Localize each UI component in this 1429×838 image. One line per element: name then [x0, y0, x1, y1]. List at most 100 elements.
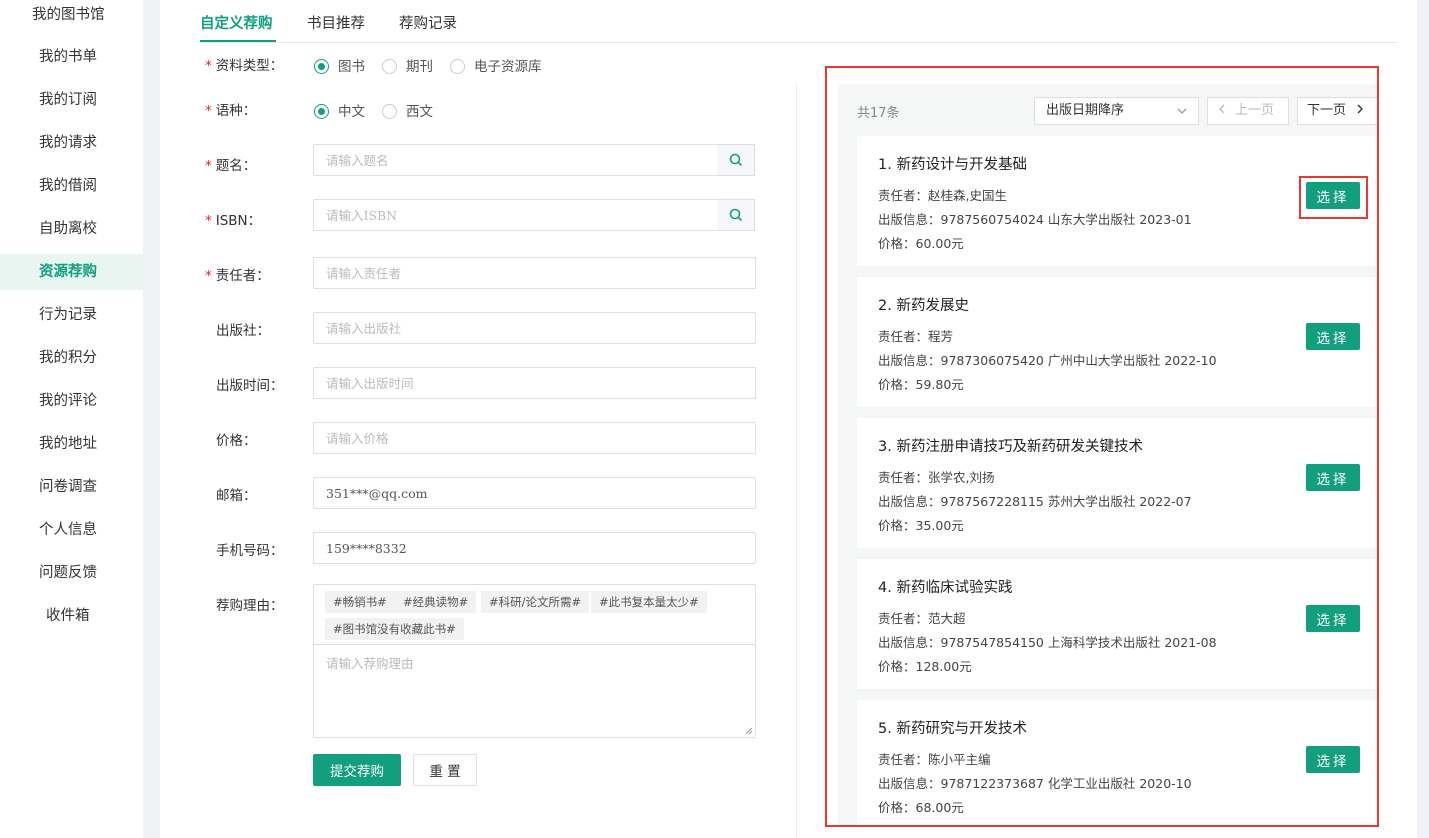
column-divider	[796, 84, 797, 838]
sidebar-item-my-comments[interactable]: 我的评论	[0, 383, 143, 419]
select-button[interactable]: 选择	[1306, 605, 1360, 632]
sidebar-item-self-checkout[interactable]: 自助离校	[0, 211, 143, 247]
price-label: 价格：	[216, 433, 257, 449]
sidebar-item-survey[interactable]: 问卷调查	[0, 469, 143, 505]
price-input[interactable]	[313, 422, 756, 454]
sidebar-item-personal-info[interactable]: 个人信息	[0, 512, 143, 548]
sort-dropdown[interactable]: 出版日期降序	[1034, 97, 1199, 125]
reason-tag[interactable]: #此书复本量太少#	[591, 591, 707, 613]
material-type-label: * 资料类型：	[205, 58, 284, 74]
sidebar-item-my-library[interactable]: 我的图书馆	[0, 0, 143, 33]
reason-box: #畅销书# #经典读物# #科研/论文所需# #此书复本量太少# #图书馆没有收…	[313, 584, 756, 738]
author-input[interactable]	[313, 257, 756, 289]
radio-circle	[314, 104, 329, 119]
book-price: 价格：35.00元	[878, 518, 964, 533]
main-content: 自定义荐购 书目推荐 荐购记录 * 资料类型： 图书 期刊 电子资源库 * 语种： …	[160, 0, 1417, 838]
radio-circle	[382, 59, 397, 74]
pub-date-input[interactable]	[313, 367, 756, 399]
select-button[interactable]: 选择	[1306, 323, 1360, 350]
resize-grip-icon[interactable]	[745, 727, 753, 735]
book-pubinfo: 出版信息：9787306075420 广州中山大学出版社 2022-10	[878, 353, 1217, 368]
title-label: * 题名：	[205, 158, 257, 174]
publisher-input[interactable]	[313, 312, 756, 344]
book-author: 责任者：范大超	[878, 611, 966, 626]
radio-material-journal[interactable]: 期刊	[382, 55, 433, 75]
reason-tag[interactable]: #图书馆没有收藏此书#	[325, 618, 464, 640]
select-button[interactable]: 选择	[1306, 746, 1360, 773]
chevron-left-icon	[1219, 104, 1225, 114]
prev-page-button[interactable]: 上一页	[1207, 97, 1289, 125]
tab-recommend-records[interactable]: 荐购记录	[399, 12, 457, 33]
radio-language-chinese[interactable]: 中文	[314, 100, 365, 120]
select-button[interactable]: 选择	[1306, 464, 1360, 491]
language-label: * 语种：	[205, 103, 257, 119]
book-title: 1. 新药设计与开发基础	[878, 157, 1027, 173]
result-card: 1. 新药设计与开发基础 责任者：赵桂森,史国生 出版信息：9787560754…	[857, 136, 1377, 266]
book-price: 价格：128.00元	[878, 659, 972, 674]
gutter	[143, 0, 160, 838]
chevron-right-icon	[1357, 104, 1364, 114]
tab-custom-recommend[interactable]: 自定义荐购	[200, 12, 273, 33]
chevron-down-icon	[1177, 108, 1187, 114]
book-title: 2. 新药发展史	[878, 298, 969, 314]
sidebar: 我的图书馆 我的书单 我的订阅 我的请求 我的借阅 自助离校 资源荐购 行为记录…	[0, 0, 143, 838]
sidebar-item-resource-recommend[interactable]: 资源荐购	[0, 254, 143, 290]
book-title: 4. 新药临床试验实践	[878, 580, 1013, 596]
publisher-label: 出版社：	[216, 323, 270, 339]
book-price: 价格：60.00元	[878, 236, 964, 251]
sidebar-item-my-requests[interactable]: 我的请求	[0, 125, 143, 161]
search-icon	[729, 153, 742, 167]
submit-button[interactable]: 提交荐购	[313, 754, 401, 786]
highlight-box	[1299, 176, 1368, 219]
phone-input[interactable]	[313, 532, 756, 564]
radio-language-western[interactable]: 西文	[382, 100, 433, 120]
phone-label: 手机号码：	[216, 543, 284, 559]
radio-material-eresource[interactable]: 电子资源库	[450, 55, 542, 75]
sidebar-item-my-address[interactable]: 我的地址	[0, 426, 143, 462]
author-label: * 责任者：	[205, 268, 270, 284]
isbn-search-button[interactable]	[717, 199, 755, 231]
next-page-button[interactable]: 下一页	[1297, 97, 1377, 125]
radio-circle	[314, 59, 329, 74]
reason-tag[interactable]: #畅销书#	[325, 591, 395, 613]
tab-bibliography-recommend[interactable]: 书目推荐	[307, 12, 365, 33]
book-pubinfo: 出版信息：9787122373687 化学工业出版社 2020-10	[878, 776, 1192, 791]
sidebar-item-my-points[interactable]: 我的积分	[0, 340, 143, 376]
results-panel: 共17条 出版日期降序 上一页 下一页 1. 新药设计与开发基础 责任者：赵桂森…	[825, 66, 1379, 827]
sidebar-item-my-booklist[interactable]: 我的书单	[0, 39, 143, 75]
sidebar-item-inbox[interactable]: 收件箱	[0, 598, 143, 634]
radio-circle	[382, 104, 397, 119]
book-author: 责任者：赵桂森,史国生	[878, 188, 1007, 203]
tab-active-indicator	[200, 40, 276, 42]
book-pubinfo: 出版信息：9787567228115 苏州大学出版社 2022-07	[878, 494, 1192, 509]
right-gutter	[1417, 0, 1429, 838]
reason-label: 荐购理由：	[216, 598, 284, 614]
sort-selected: 出版日期降序	[1046, 103, 1125, 118]
results-list: 共17条 出版日期降序 上一页 下一页 1. 新药设计与开发基础 责任者：赵桂森…	[838, 84, 1377, 825]
email-label: 邮箱：	[216, 488, 257, 504]
sidebar-item-feedback[interactable]: 问题反馈	[0, 555, 143, 591]
title-search-button[interactable]	[717, 144, 755, 176]
email-input[interactable]	[313, 477, 756, 509]
result-count: 共17条	[857, 106, 900, 121]
isbn-input[interactable]	[313, 199, 718, 231]
sidebar-item-my-subscriptions[interactable]: 我的订阅	[0, 82, 143, 118]
book-author: 责任者：程芳	[878, 329, 954, 344]
book-title: 3. 新药注册申请技巧及新药研发关键技术	[878, 439, 1143, 455]
result-card: 4. 新药临床试验实践 责任者：范大超 出版信息：9787547854150 上…	[857, 559, 1377, 689]
sidebar-item-behavior-records[interactable]: 行为记录	[0, 297, 143, 333]
reason-tag[interactable]: #经典读物#	[395, 591, 477, 613]
reason-tag[interactable]: #科研/论文所需#	[481, 591, 590, 613]
radio-material-book[interactable]: 图书	[314, 55, 365, 75]
sidebar-item-my-borrowing[interactable]: 我的借阅	[0, 168, 143, 204]
book-author: 责任者：陈小平主编	[878, 752, 991, 767]
book-title: 5. 新药研究与开发技术	[878, 721, 1027, 737]
reason-textarea[interactable]	[314, 645, 755, 737]
radio-circle	[450, 59, 465, 74]
search-icon	[729, 208, 742, 222]
book-pubinfo: 出版信息：9787547854150 上海科学技术出版社 2021-08	[878, 635, 1217, 650]
book-author: 责任者：张学农,刘扬	[878, 470, 995, 485]
book-pubinfo: 出版信息：9787560754024 山东大学出版社 2023-01	[878, 212, 1192, 227]
reset-button[interactable]: 重 置	[413, 754, 477, 786]
title-input[interactable]	[313, 144, 718, 176]
